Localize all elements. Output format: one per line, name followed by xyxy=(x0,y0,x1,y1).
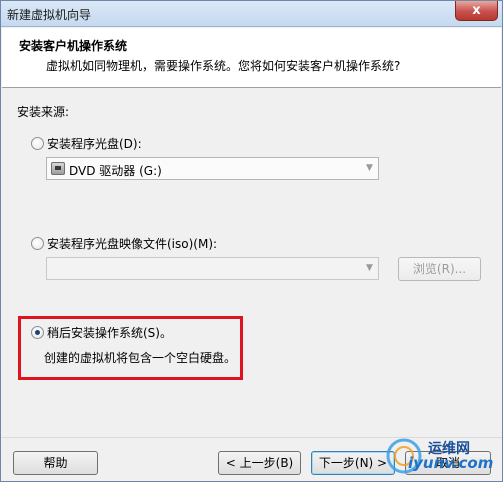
page-description: 虚拟机如同物理机，需要操作系统。您将如何安装客户机操作系统? xyxy=(46,59,401,73)
title-bar[interactable]: 新建虚拟机向导 x xyxy=(1,1,502,27)
radio-install-disc[interactable] xyxy=(31,137,44,150)
radio-install-iso-label[interactable]: 安装程序光盘映像文件(iso)(M): xyxy=(47,235,217,252)
watermark-line2: iyunv.com xyxy=(408,454,494,472)
wizard-window: 新建虚拟机向导 x 安装客户机操作系统 虚拟机如同物理机，需要操作系统。您将如何… xyxy=(0,0,503,482)
page-title: 安装客户机操作系统 xyxy=(19,39,128,53)
install-later-note: 创建的虚拟机将包含一个空白硬盘。 xyxy=(44,351,237,365)
radio-install-iso[interactable] xyxy=(31,237,44,250)
wizard-body: 安装来源: 安装程序光盘(D): DVD 驱动器 (G:) ▼ 安装程序光盘映像… xyxy=(1,89,502,434)
disc-drive-select[interactable]: DVD 驱动器 (G:) ▼ xyxy=(46,157,379,180)
help-button[interactable]: 帮助 xyxy=(13,451,98,475)
browse-button[interactable]: 浏览(R)... xyxy=(398,257,481,281)
radio-install-later-label[interactable]: 稍后安装操作系统(S)。 xyxy=(47,324,172,341)
install-source-label: 安装来源: xyxy=(17,105,70,119)
radio-install-disc-label[interactable]: 安装程序光盘(D): xyxy=(47,135,142,152)
wizard-header: 安装客户机操作系统 虚拟机如同物理机，需要操作系统。您将如何安装客户机操作系统? xyxy=(2,28,501,88)
window-title: 新建虚拟机向导 xyxy=(7,8,92,22)
back-button[interactable]: < 上一步(B) xyxy=(218,451,301,475)
chevron-down-icon[interactable]: ▼ xyxy=(361,158,378,179)
radio-install-later[interactable] xyxy=(31,326,44,339)
dvd-drive-icon xyxy=(51,162,65,175)
watermark: 运维网 iyunv.com xyxy=(382,432,502,482)
wizard-footer: 帮助 < 上一步(B) 下一步(N) > 取消 运维网 iyunv.com xyxy=(1,437,502,482)
close-button[interactable]: x xyxy=(455,1,498,21)
chevron-down-icon[interactable]: ▼ xyxy=(361,258,378,279)
disc-drive-value: DVD 驱动器 (G:) xyxy=(69,164,162,178)
iso-path-combo[interactable]: ▼ xyxy=(46,257,379,280)
